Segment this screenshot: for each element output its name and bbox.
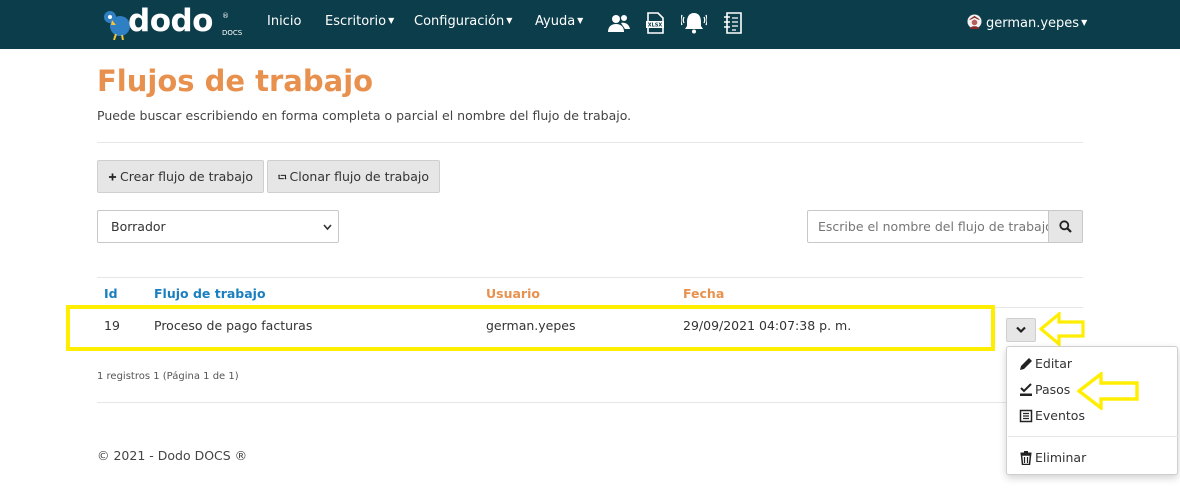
menu-item-editar[interactable]: Editar: [1019, 356, 1072, 371]
pencil-icon: [1020, 357, 1032, 370]
menu-divider: [1008, 436, 1178, 437]
column-header-id[interactable]: Id: [104, 286, 118, 301]
logo-text: dodo: [128, 3, 213, 39]
create-workflow-label: Crear flujo de trabajo: [120, 169, 253, 184]
clone-workflow-label: Clonar flujo de trabajo: [289, 169, 429, 184]
clone-workflow-button[interactable]: Clonar flujo de trabajo: [267, 160, 440, 193]
document-list-icon[interactable]: [722, 11, 746, 35]
avatar-icon: [967, 14, 982, 29]
xlsx-file-icon[interactable]: XLSX: [643, 11, 667, 35]
logo-registered-mark: ®: [222, 12, 229, 20]
chevron-down-icon: [1016, 326, 1026, 334]
list-icon: [1019, 409, 1033, 422]
menu-item-label: Eventos: [1035, 408, 1085, 423]
pagination-info: 1 registros 1 (Página 1 de 1): [97, 371, 239, 382]
row-highlight-annotation: [66, 305, 995, 351]
svg-text:XLSX: XLSX: [648, 23, 663, 29]
trash-icon: [1020, 450, 1032, 465]
top-navbar: dodo ® DOCS Inicio Escritorio ▼ Configura…: [0, 0, 1180, 49]
column-header-workflow[interactable]: Flujo de trabajo: [154, 286, 266, 301]
nav-item-escritorio[interactable]: Escritorio ▼: [325, 14, 394, 29]
retweet-icon: [278, 173, 287, 180]
checklist-icon: [1020, 382, 1032, 396]
menu-item-label: Editar: [1035, 356, 1073, 371]
workflow-search-input[interactable]: [807, 210, 1049, 243]
menu-item-label: Eliminar: [1035, 450, 1087, 465]
users-icon[interactable]: [607, 11, 631, 35]
create-workflow-button[interactable]: Crear flujo de trabajo: [97, 160, 264, 193]
row-actions-toggle[interactable]: [1006, 318, 1036, 342]
nav-item-label: Inicio: [267, 14, 302, 29]
menu-item-pasos[interactable]: Pasos: [1019, 382, 1070, 397]
dodo-docs-logo[interactable]: dodo ® DOCS: [102, 3, 243, 42]
divider: [97, 142, 1083, 143]
table-top-border: [97, 277, 1083, 278]
nav-item-inicio[interactable]: Inicio: [267, 14, 301, 29]
plus-icon: [108, 172, 117, 181]
username-label: german.yepes: [986, 16, 1080, 31]
menu-item-eliminar[interactable]: Eliminar: [1019, 450, 1086, 465]
user-menu[interactable]: german.yepes ▼: [967, 14, 1087, 31]
column-header-user[interactable]: Usuario: [486, 286, 540, 301]
search-button[interactable]: [1048, 210, 1083, 243]
arrow-left-annotation-icon: [1077, 372, 1139, 410]
caret-down-icon: ▼: [577, 16, 584, 25]
caret-down-icon: ▼: [388, 16, 395, 25]
chevron-down-icon: [323, 224, 332, 231]
search-icon: [1059, 220, 1072, 233]
nav-item-label: Escritorio: [325, 14, 387, 29]
status-filter-value: Borrador: [111, 219, 166, 234]
bell-icon[interactable]: [681, 10, 707, 36]
page-title: Flujos de trabajo: [97, 64, 374, 98]
caret-down-icon: ▼: [506, 16, 513, 25]
caret-down-icon: ▼: [1081, 18, 1088, 27]
column-header-date[interactable]: Fecha: [683, 286, 724, 301]
logo-subtext: DOCS: [222, 29, 243, 37]
status-filter-select[interactable]: Borrador: [97, 210, 339, 243]
nav-item-label: Ayuda: [535, 14, 576, 29]
nav-item-label: Configuración: [414, 14, 505, 29]
menu-item-eventos[interactable]: Eventos: [1019, 408, 1085, 423]
footer-copyright: © 2021 - Dodo DOCS ®: [97, 448, 248, 463]
nav-item-ayuda[interactable]: Ayuda ▼: [535, 14, 583, 29]
arrow-left-annotation-icon: [1039, 312, 1085, 346]
nav-item-configuracion[interactable]: Configuración ▼: [414, 14, 512, 29]
row-actions-menu: Editar Pasos Eventos Eliminar: [1006, 346, 1178, 475]
page-subtitle: Puede buscar escribiendo en forma comple…: [97, 108, 632, 123]
menu-item-label: Pasos: [1035, 382, 1071, 397]
divider: [97, 402, 1083, 403]
